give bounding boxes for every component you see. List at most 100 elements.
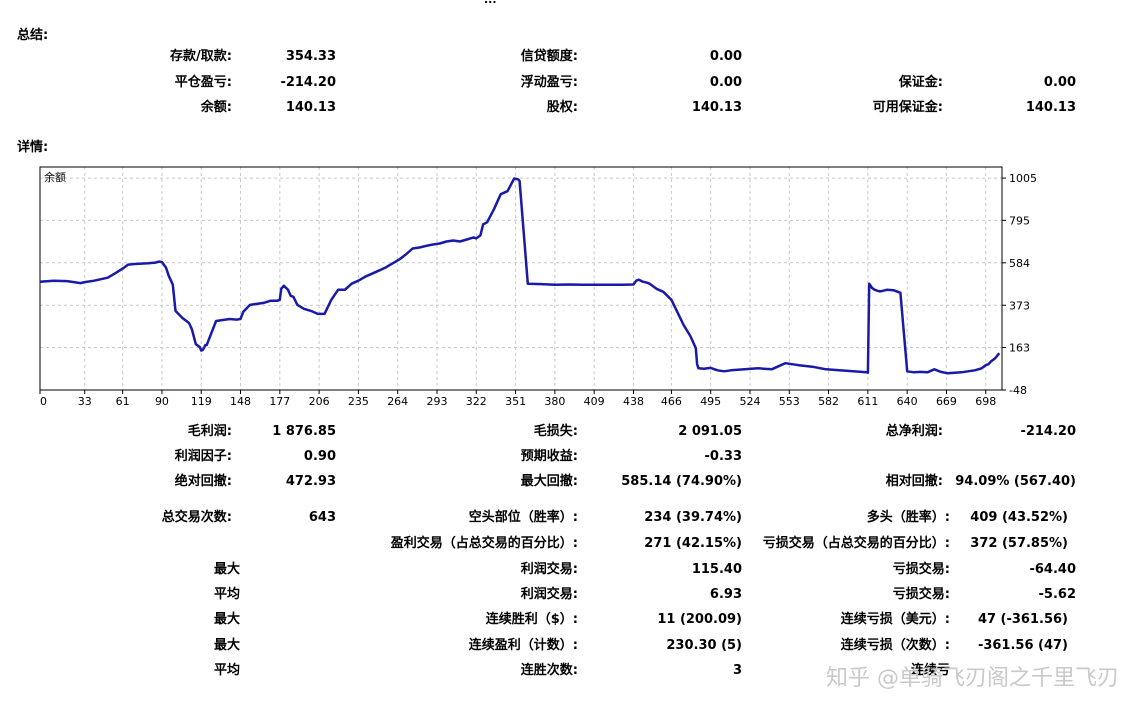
x-tick-label: 438 [623,395,644,408]
x-axis-ticks: 0 33 61 90 119 148 177 206 235 264 293 322 351 380 409… [39,390,996,408]
details-value: 11 (200.09) [657,612,742,627]
details-value: 2 091.05 [678,424,742,439]
details-label: 连续亏损（次数）: [840,638,950,653]
summary-label: 平仓盈亏: [174,75,232,90]
y-axis-ticks: 1005 795 584 373 163 -48 [1002,172,1037,397]
y-tick-label: 163 [1009,342,1030,355]
details-label: 毛利润: [187,424,232,439]
x-tick-label: 206 [309,395,330,408]
x-tick-label: 293 [426,395,447,408]
details-label: 相对回撤: [885,474,943,489]
x-tick-label: 553 [779,395,800,408]
details-value: 230.30 (5) [666,638,742,653]
details-label: 连续胜利（$）: [485,612,578,627]
details-label: 总净利润: [885,424,943,439]
details-value: 585.14 (74.90%) [621,474,742,489]
balance-chart: 余额 0 33 61 90 119 148 177 206 235 264 293 322 351 380… [39,166,1037,408]
x-tick-label: 90 [155,395,169,408]
details-label: 总交易次数: [161,510,232,525]
x-tick-label: 611 [857,395,878,408]
details-value: -64.40 [1029,562,1076,577]
details-value: -0.33 [704,449,742,464]
details-label: 毛损失: [533,424,578,439]
x-tick-label: 466 [661,395,682,408]
y-tick-label: 584 [1009,257,1030,270]
summary-value: 0.00 [709,75,742,90]
details-label: 空头部位（胜率）: [468,510,578,525]
details-value: 1 876.85 [272,424,336,439]
details-value: 472.93 [285,474,336,489]
details-value: 372 (57.85%) [970,536,1068,551]
x-tick-label: 351 [505,395,526,408]
summary-label: 信贷额度: [520,49,578,64]
details-label: 盈利交易（占总交易的百分比）: [390,536,578,551]
details-value: 47 (-361.56) [977,612,1068,627]
details-label: 预期收益: [520,449,578,464]
details-label: 连胜次数: [520,663,578,678]
balance-series-line [39,177,1001,375]
summary-value: 140.13 [285,100,336,115]
x-tick-label: 322 [466,395,487,408]
details-label: 多头（胜率）: [866,510,950,525]
x-tick-label: 33 [78,395,92,408]
x-tick-label: 119 [191,395,212,408]
details-label: 绝对回撤: [174,474,232,489]
y-tick-label: 795 [1009,214,1030,227]
x-tick-label: 148 [230,395,251,408]
details-value: 94.09% (567.40) [955,474,1076,489]
details-label: 最大 [213,638,240,653]
x-tick-label: 235 [348,395,369,408]
details-label: 亏损交易（占总交易的百分比）: [762,536,950,551]
summary-value: 354.33 [285,49,336,64]
x-tick-label: 698 [975,395,996,408]
x-tick-label: 582 [818,395,839,408]
details-value: -214.20 [1020,424,1076,439]
watermark: 知乎 @单骑飞刃阁之千里飞刃 [826,666,1119,691]
details-heading: 详情: [17,140,49,155]
details-value: 0.90 [303,449,336,464]
summary-value: 140.13 [1025,100,1076,115]
details-label: 利润交易: [520,587,578,602]
details-label: 最大回撤: [520,474,578,489]
details-label: 连续亏损（美元）: [840,612,950,627]
x-tick-label: 61 [116,395,130,408]
y-tick-label: -48 [1009,384,1027,397]
details-value: 3 [732,663,742,678]
summary-label: 余额: [200,100,232,115]
x-tick-label: 177 [269,395,290,408]
details-value: -5.62 [1038,587,1076,602]
details-label: 最大 [213,562,240,577]
summary-value: 0.00 [709,49,742,64]
details-value: 115.40 [691,562,742,577]
x-tick-label: 0 [40,395,47,408]
summary-label: 保证金: [898,75,943,90]
summary-label: 浮动盈亏: [520,75,578,90]
details-value: 271 (42.15%) [644,536,742,551]
summary-value: 140.13 [691,100,742,115]
summary-value: -214.20 [280,75,336,90]
x-tick-label: 264 [387,395,408,408]
details-label: 连续盈利（计数）: [468,638,578,653]
summary-label: 股权: [546,100,578,115]
summary-label: 可用保证金: [872,100,943,115]
y-tick-label: 1005 [1009,172,1037,185]
top-title-fragment: ... [484,0,497,8]
details-value: -361.56 (47) [977,638,1068,653]
chart-legend-label: 余额 [44,170,66,184]
x-tick-label: 669 [936,395,957,408]
x-tick-label: 409 [584,395,605,408]
details-label: 平均 [213,663,240,678]
x-tick-label: 380 [544,395,565,408]
details-value: 234 (39.74%) [644,510,742,525]
x-tick-label: 640 [897,395,918,408]
details-value: 6.93 [709,587,742,602]
summary-heading: 总结: [17,28,49,43]
details-label: 利润交易: [520,562,578,577]
details-value: 409 (43.52%) [970,510,1068,525]
y-tick-label: 373 [1009,299,1030,312]
summary-value: 0.00 [1043,75,1076,90]
details-label: 亏损交易: [892,562,950,577]
summary-label: 存款/取款: [170,49,232,64]
details-label: 亏损交易: [892,587,950,602]
x-tick-label: 495 [700,395,721,408]
